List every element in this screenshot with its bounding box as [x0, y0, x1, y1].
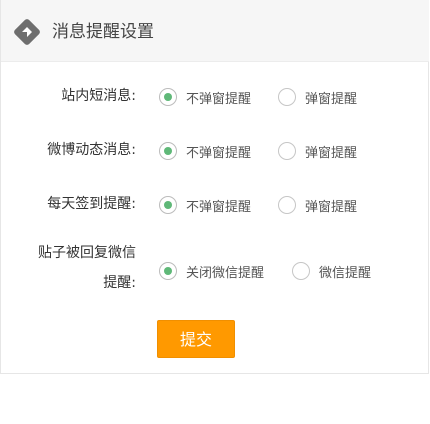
- setting-label-reply-wechat-line2: 提醒:: [103, 275, 136, 291]
- settings-panel: 消息提醒设置 站内短消息: 不弹窗提醒 弹窗提醒 微博动态消息: 不弹窗提醒 弹…: [0, 0, 429, 374]
- radio-checkin-reminder-no-popup[interactable]: 不弹窗提醒: [159, 194, 251, 216]
- radio-reply-wechat-off[interactable]: 关闭微信提醒: [159, 260, 264, 282]
- radio-checkin-reminder-popup[interactable]: 弹窗提醒: [278, 194, 357, 216]
- radio-label: 弹窗提醒: [305, 145, 358, 161]
- radio-unchecked-indicator: [292, 262, 310, 280]
- radio-label: 不弹窗提醒: [186, 91, 252, 107]
- radio-label: 不弹窗提醒: [186, 199, 252, 215]
- radio-checked-indicator: [159, 196, 177, 214]
- radio-weibo-message-popup[interactable]: 弹窗提醒: [278, 140, 357, 162]
- setting-label-weibo-message: 微博动态消息:: [47, 142, 136, 158]
- radio-site-message-popup[interactable]: 弹窗提醒: [278, 86, 357, 108]
- radio-reply-wechat-on[interactable]: 微信提醒: [292, 260, 371, 282]
- radio-checked-indicator: [159, 142, 177, 160]
- radio-label: 微信提醒: [319, 265, 372, 281]
- radio-label: 关闭微信提醒: [186, 265, 265, 281]
- setting-label-site-message: 站内短消息:: [61, 88, 136, 104]
- radio-weibo-message-no-popup[interactable]: 不弹窗提醒: [159, 140, 251, 162]
- radio-checked-indicator: [159, 88, 177, 106]
- radio-site-message-no-popup[interactable]: 不弹窗提醒: [159, 86, 251, 108]
- diamond-icon: [12, 17, 42, 47]
- radio-label: 弹窗提醒: [305, 91, 358, 107]
- radio-checked-indicator: [159, 262, 177, 280]
- setting-label-checkin-reminder: 每天签到提醒:: [47, 196, 136, 212]
- panel-title: 消息提醒设置: [52, 22, 154, 42]
- radio-unchecked-indicator: [278, 142, 296, 160]
- radio-label: 弹窗提醒: [305, 199, 358, 215]
- radio-unchecked-indicator: [278, 196, 296, 214]
- panel-header: 消息提醒设置: [1, 0, 429, 62]
- submit-button[interactable]: 提交: [157, 320, 235, 358]
- setting-label-reply-wechat-line1: 贴子被回复微信: [38, 245, 136, 261]
- radio-label: 不弹窗提醒: [186, 145, 252, 161]
- radio-unchecked-indicator: [278, 88, 296, 106]
